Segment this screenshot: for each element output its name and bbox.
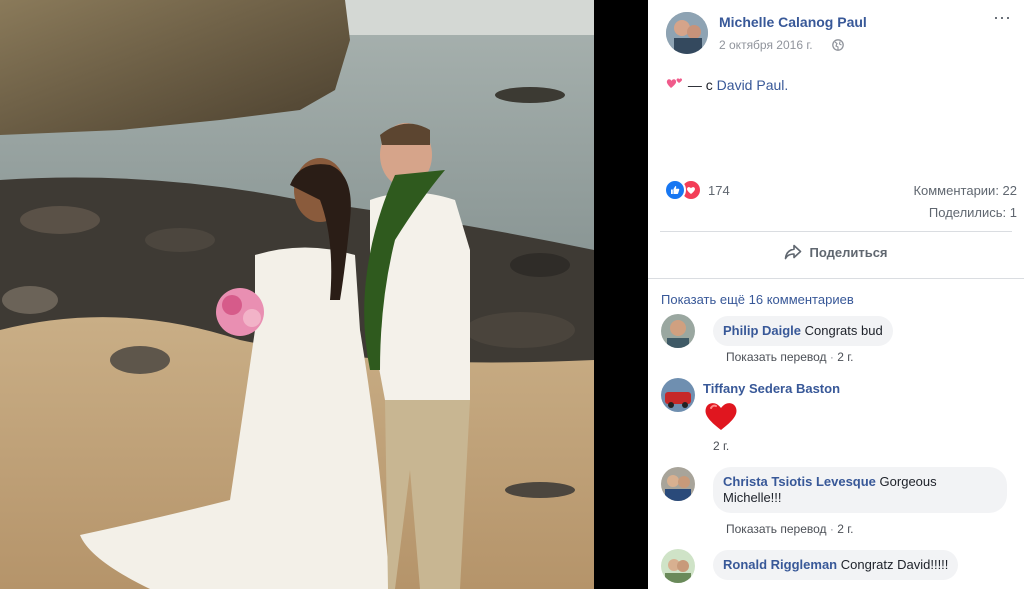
- commenter-avatar[interactable]: [661, 378, 695, 412]
- comment-meta: Показать перевод · 2 г.: [726, 350, 854, 364]
- commenter-avatar-image: [661, 314, 695, 348]
- share-label: Поделиться: [809, 244, 888, 260]
- commenter-avatar-image: [661, 549, 695, 583]
- reaction-count: 174: [708, 182, 730, 198]
- post-photo[interactable]: [0, 0, 594, 589]
- comment-author[interactable]: Ronald Riggleman: [723, 557, 837, 572]
- commenter-avatar[interactable]: [661, 549, 695, 583]
- heart-emoji-icon: [703, 400, 739, 437]
- author-avatar-image: [666, 12, 708, 54]
- commenter-avatar-image: [661, 378, 695, 412]
- tagged-person-link[interactable]: David Paul.: [717, 77, 789, 93]
- share-icon: [784, 244, 802, 260]
- comment-text: Congratz David!!!!!: [840, 557, 949, 572]
- post-panel: Michelle Calanog Paul 2 октября 2016 г. …: [648, 0, 1024, 589]
- commenter-avatar-image: [661, 467, 695, 501]
- divider: [660, 231, 1012, 232]
- comment-time[interactable]: 2 г.: [837, 350, 853, 364]
- share-button[interactable]: Поделиться: [648, 244, 1024, 260]
- comment-bubble: Philip Daigle Congrats bud: [713, 316, 893, 346]
- comment-time[interactable]: 2 г.: [837, 522, 853, 536]
- comment-author[interactable]: Tiffany Sedera Baston: [703, 381, 840, 396]
- comments-count-link[interactable]: Комментарии: 22: [913, 183, 1017, 198]
- reactions-summary[interactable]: 174: [664, 179, 730, 201]
- translate-link[interactable]: Показать перевод: [726, 522, 827, 536]
- comment-time[interactable]: 2 г.: [713, 439, 729, 453]
- shares-count-link[interactable]: Поделились: 1: [929, 205, 1017, 220]
- wedding-photo-image: [0, 0, 594, 589]
- commenter-avatar[interactable]: [661, 467, 695, 501]
- globe-icon: [832, 38, 844, 56]
- post-author-name[interactable]: Michelle Calanog Paul: [719, 14, 867, 30]
- post-date[interactable]: 2 октября 2016 г.: [719, 38, 813, 52]
- comment-bubble: Ronald Riggleman Congratz David!!!!!: [713, 550, 959, 580]
- caption-with-text: — с: [687, 77, 713, 93]
- post-caption: — с David Paul.: [666, 76, 788, 93]
- divider: [648, 278, 1024, 279]
- hearts-emoji-icon: [666, 77, 688, 93]
- comment-meta: 2 г.: [713, 439, 729, 453]
- comment-meta: Показать перевод · 2 г.: [726, 522, 854, 536]
- show-more-comments-link[interactable]: Показать ещё 16 комментариев: [661, 292, 854, 307]
- author-avatar[interactable]: [666, 12, 708, 54]
- comment-author[interactable]: Christa Tsiotis Levesque: [723, 474, 876, 489]
- translate-link[interactable]: Показать перевод: [726, 350, 827, 364]
- comment-text: Congrats bud: [804, 323, 883, 338]
- commenter-avatar[interactable]: [661, 314, 695, 348]
- more-options-icon[interactable]: ⋯: [993, 9, 1012, 27]
- like-reaction-icon: [664, 179, 686, 201]
- comment-bubble: Christa Tsiotis Levesque Gorgeous Michel…: [713, 467, 1007, 513]
- comment-author[interactable]: Philip Daigle: [723, 323, 801, 338]
